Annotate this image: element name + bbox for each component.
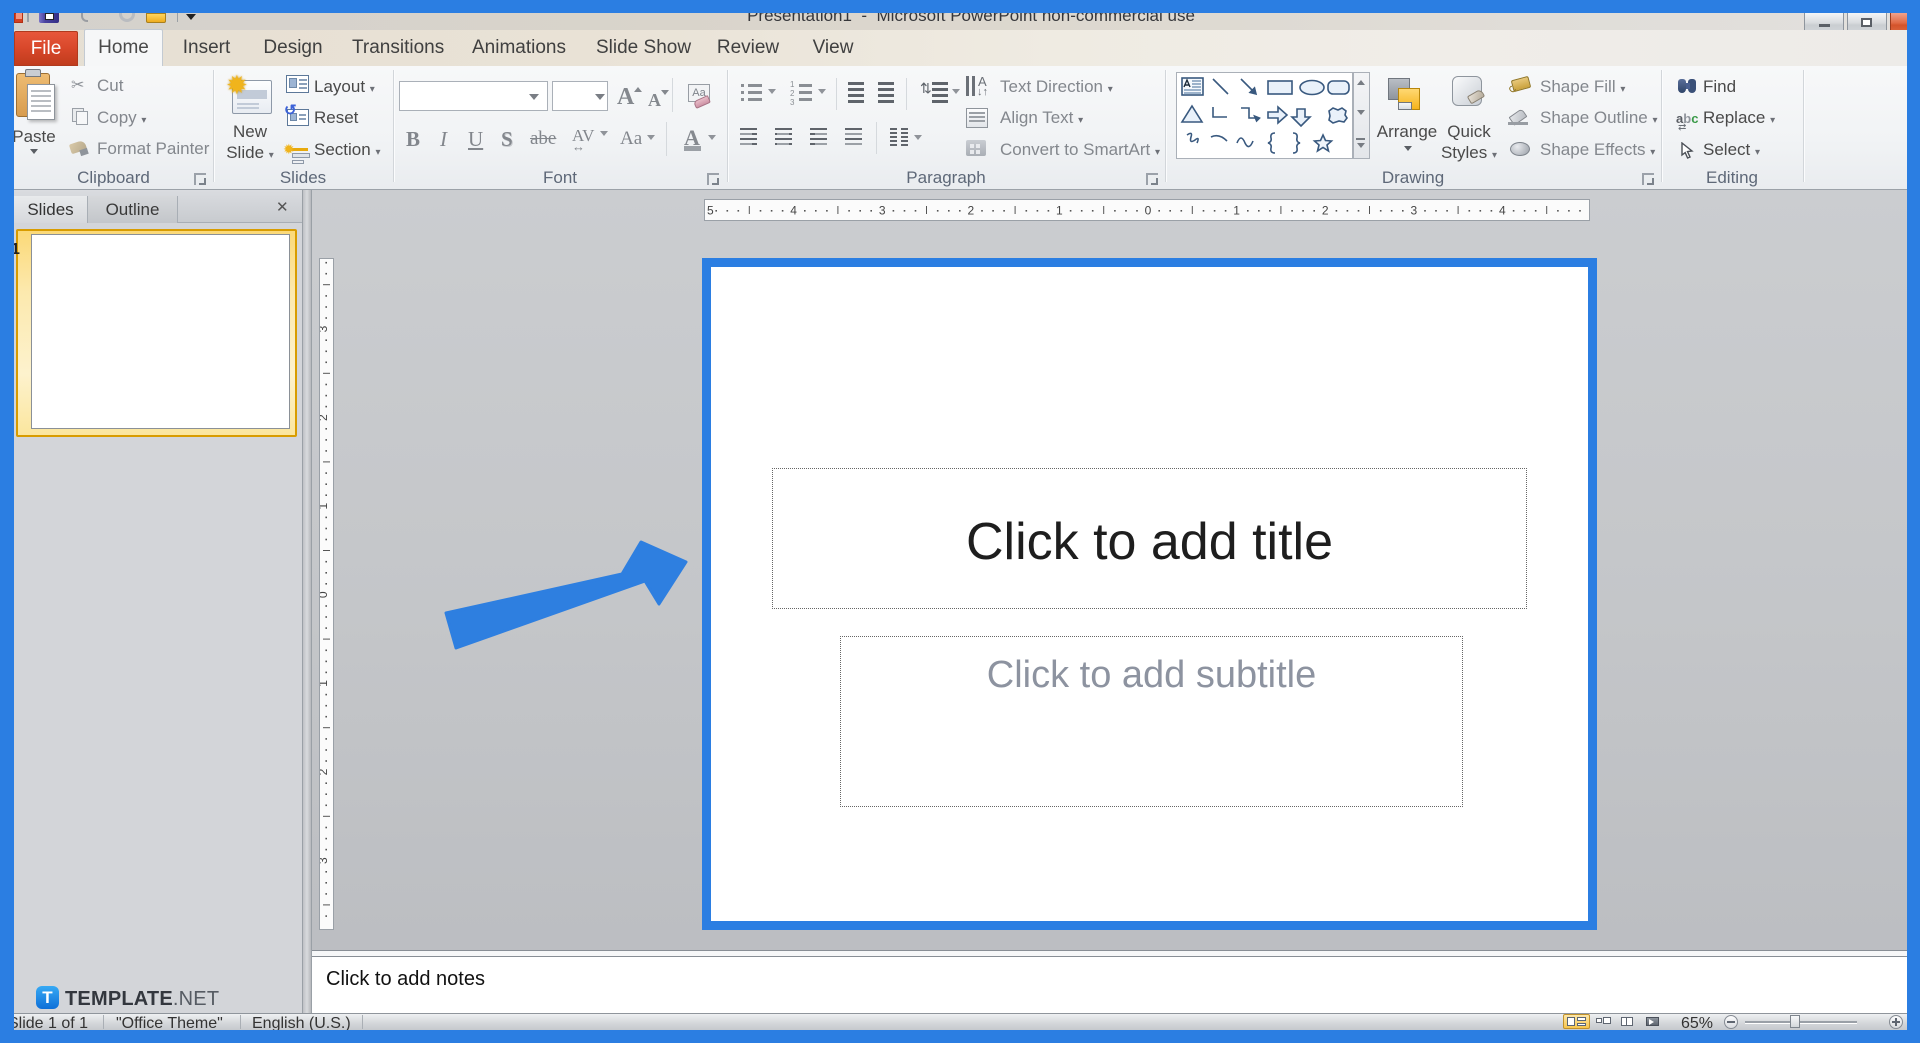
svg-text:3: 3 [1410, 204, 1417, 218]
svg-text:0: 0 [1145, 204, 1152, 218]
svg-text:1: 1 [1056, 204, 1063, 218]
svg-text:3: 3 [320, 857, 330, 864]
svg-text:1: 1 [1233, 204, 1240, 218]
svg-text:2: 2 [320, 768, 330, 775]
svg-text:3: 3 [320, 325, 330, 332]
svg-text:1: 1 [320, 680, 330, 687]
svg-text:0: 0 [320, 591, 330, 598]
svg-text:4: 4 [1499, 204, 1506, 218]
svg-text:1: 1 [320, 503, 330, 510]
svg-text:2: 2 [1322, 204, 1329, 218]
svg-text:3: 3 [879, 204, 886, 218]
svg-text:5: 5 [707, 204, 714, 218]
svg-text:2: 2 [320, 414, 330, 421]
svg-text:2: 2 [967, 204, 974, 218]
svg-text:4: 4 [790, 204, 797, 218]
